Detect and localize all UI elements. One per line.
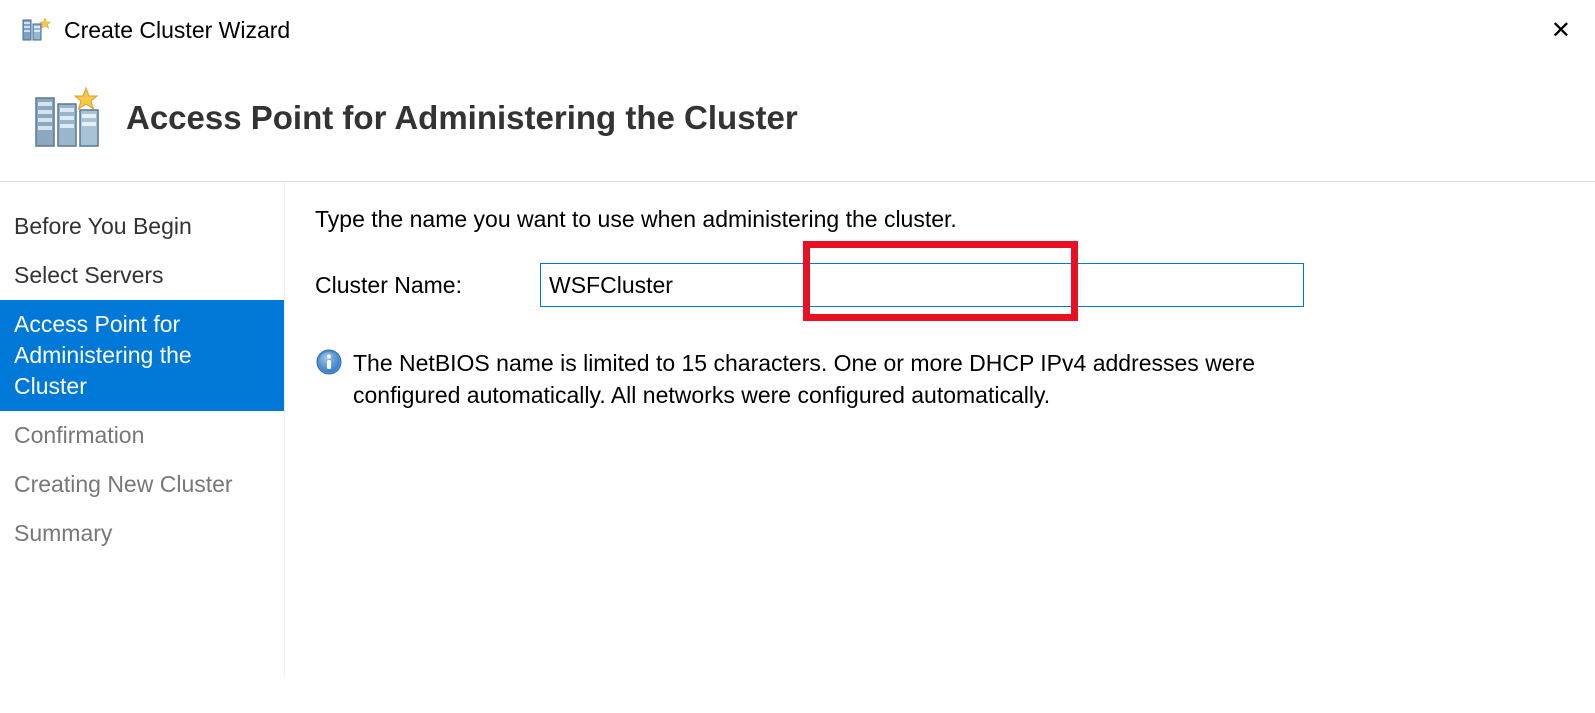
- wizard-app-icon: [20, 14, 52, 46]
- window-title: Create Cluster Wizard: [64, 17, 290, 44]
- cluster-name-label: Cluster Name:: [315, 272, 520, 299]
- content-area: Before You Begin Select Servers Access P…: [0, 182, 1595, 675]
- close-button[interactable]: ✕: [1539, 16, 1583, 45]
- wizard-step-sidebar: Before You Begin Select Servers Access P…: [0, 182, 285, 675]
- info-icon: [315, 348, 343, 376]
- banner: Access Point for Administering the Clust…: [0, 60, 1595, 182]
- cluster-name-input-wrap: [520, 263, 1565, 307]
- cluster-name-row: Cluster Name:: [315, 263, 1565, 307]
- titlebar: Create Cluster Wizard ✕: [0, 0, 1595, 60]
- main-panel: Type the name you want to use when admin…: [285, 182, 1595, 675]
- cluster-banner-icon: [30, 80, 106, 156]
- sidebar-step-confirmation: Confirmation: [0, 411, 284, 460]
- cluster-name-input[interactable]: [540, 263, 1304, 307]
- sidebar-step-before-you-begin[interactable]: Before You Begin: [0, 202, 284, 251]
- titlebar-left: Create Cluster Wizard: [20, 14, 290, 46]
- sidebar-step-creating-new-cluster: Creating New Cluster: [0, 460, 284, 509]
- info-row: The NetBIOS name is limited to 15 charac…: [315, 347, 1335, 411]
- info-text: The NetBIOS name is limited to 15 charac…: [353, 347, 1335, 411]
- sidebar-step-access-point[interactable]: Access Point for Administering the Clust…: [0, 300, 284, 411]
- sidebar-step-summary: Summary: [0, 509, 284, 558]
- sidebar-step-select-servers[interactable]: Select Servers: [0, 251, 284, 300]
- banner-title: Access Point for Administering the Clust…: [126, 99, 798, 137]
- instruction-text: Type the name you want to use when admin…: [315, 206, 1565, 233]
